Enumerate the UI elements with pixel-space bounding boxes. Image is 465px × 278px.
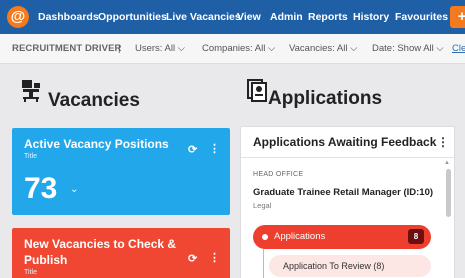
refresh-icon[interactable]: ⟳ [188, 252, 197, 265]
job-title[interactable]: Graduate Trainee Retail Manager (ID:10) [253, 187, 433, 198]
card-title: Active Vacancy Positions [24, 137, 169, 151]
bullet-icon [262, 234, 268, 240]
recruitment-driver-label: RECRUITMENT DRIVER [12, 43, 122, 54]
panel-title: Applications Awaiting Feedback [253, 135, 437, 149]
app-logo[interactable]: @ [7, 6, 29, 28]
filter-divider: | [118, 43, 121, 54]
clear-filters-link[interactable]: Cle [452, 34, 465, 64]
scroll-up-icon[interactable]: ▲ [444, 160, 450, 166]
add-button[interactable]: + [450, 6, 465, 28]
kebab-menu-icon[interactable]: ⋮ [437, 135, 449, 149]
kebab-menu-icon[interactable]: ⋮ [209, 251, 220, 264]
nav-opportunities[interactable]: Opportunities [98, 0, 167, 34]
nav-history[interactable]: History [353, 0, 389, 34]
vacancies-filter[interactable]: Vacancies: All ⌵ [289, 34, 357, 64]
scrollbar-thumb[interactable] [446, 169, 451, 217]
application-to-review-item[interactable]: Application To Review (8) [269, 255, 431, 277]
new-vacancies-card[interactable]: New Vacancies to Check & Publish Title ⟳… [12, 228, 230, 278]
nav-reports[interactable]: Reports [308, 0, 348, 34]
applications-count-badge: 8 [408, 229, 424, 244]
applications-label: Applications [274, 231, 326, 242]
nav-favourites[interactable]: Favourites [395, 0, 448, 34]
office-label: HEAD OFFICE [253, 171, 304, 178]
vacancies-heading: Vacancies [48, 90, 140, 111]
card-title: New Vacancies to Check & Publish [24, 237, 177, 267]
applications-feedback-panel: Applications Awaiting Feedback ⋮ ▲ HEAD … [240, 126, 455, 278]
card-subtitle: Title [24, 269, 37, 276]
active-vacancy-count: 73 [24, 172, 58, 205]
desk-chair-icon [20, 79, 42, 108]
date-filter[interactable]: Date: Show All ⌵ [372, 34, 444, 64]
applications-toggle[interactable]: Applications 8 [253, 225, 431, 249]
panel-divider [241, 157, 454, 158]
top-nav: @ Dashboards Opportunities Live Vacancie… [0, 0, 465, 34]
document-stack-icon [246, 78, 268, 107]
nav-live-vacancies[interactable]: Live Vacancies [166, 0, 241, 34]
kebab-menu-icon[interactable]: ⋮ [209, 142, 220, 155]
refresh-icon[interactable]: ⟳ [188, 143, 197, 156]
nav-admin[interactable]: Admin [270, 0, 303, 34]
review-label: Application To Review (8) [283, 261, 385, 271]
chevron-down-icon[interactable]: ⌄ [70, 184, 78, 195]
applications-heading: Applications [268, 88, 383, 109]
companies-filter[interactable]: Companies: All ⌵ [202, 34, 275, 64]
nav-dashboards[interactable]: Dashboards [38, 0, 99, 34]
filter-bar: RECRUITMENT DRIVER | Users: All ⌵ Compan… [0, 34, 465, 64]
nav-view[interactable]: View [237, 0, 261, 34]
logo-glyph: @ [10, 8, 26, 25]
job-department: Legal [253, 201, 272, 210]
users-filter[interactable]: Users: All ⌵ [135, 34, 185, 64]
tree-connector [263, 249, 264, 278]
card-subtitle: Title [24, 153, 37, 160]
active-vacancy-card[interactable]: Active Vacancy Positions Title ⟳ ⋮ 73 ⌄ [12, 128, 230, 215]
